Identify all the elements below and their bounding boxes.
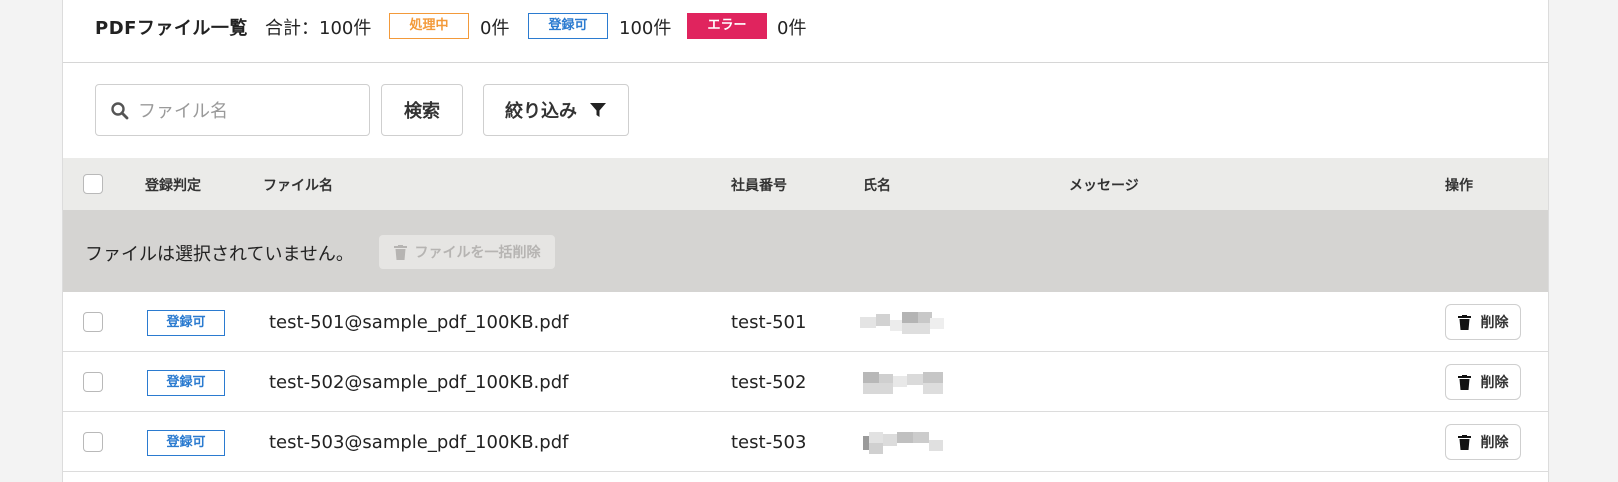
list-header: PDFファイル一覧 合計：100件 処理中 0件 登録可 100件 エラー 0件 <box>63 0 1548 63</box>
bulk-action-bar: ファイルは選択されていません。 ファイルを一括削除 <box>63 210 1548 292</box>
employee-name-redacted <box>863 432 947 454</box>
trash-icon <box>1457 434 1471 450</box>
delete-button-label: 削除 <box>1480 315 1509 331</box>
page-title: PDFファイル一覧 <box>95 18 248 39</box>
file-name[interactable]: test-503@sample_pdf_100KB.pdf <box>269 432 568 453</box>
status-chip-processing: 処理中 <box>389 13 469 39</box>
select-all-checkbox[interactable] <box>83 174 103 194</box>
search-button-label: 検索 <box>404 101 440 122</box>
employee-number: test-501 <box>731 312 807 333</box>
column-header-employee-no: 社員番号 <box>731 178 787 194</box>
search-input[interactable] <box>136 95 360 127</box>
column-header-action: 操作 <box>1445 178 1473 194</box>
status-badge: 登録可 <box>147 310 225 336</box>
employee-number: test-503 <box>731 432 807 453</box>
status-badge: 登録可 <box>147 370 225 396</box>
delete-button[interactable]: 削除 <box>1445 304 1521 340</box>
trash-icon <box>393 244 407 260</box>
table-row: 登録可 test-503@sample_pdf_100KB.pdf test-5… <box>63 412 1548 472</box>
delete-button[interactable]: 削除 <box>1445 424 1521 460</box>
employee-number: test-502 <box>731 372 807 393</box>
trash-icon <box>1457 314 1471 330</box>
pdf-file-list-panel: PDFファイル一覧 合計：100件 処理中 0件 登録可 100件 エラー 0件… <box>62 0 1549 482</box>
filter-button-label: 絞り込み <box>505 101 577 122</box>
row-checkbox[interactable] <box>83 312 103 332</box>
delete-button-label: 削除 <box>1480 435 1509 451</box>
count-processing: 0件 <box>480 18 510 39</box>
count-registrable: 100件 <box>619 18 672 39</box>
bulk-delete-label: ファイルを一括削除 <box>414 245 541 261</box>
total-count: 合計：100件 <box>265 18 372 39</box>
file-name[interactable]: test-501@sample_pdf_100KB.pdf <box>269 312 568 333</box>
row-checkbox[interactable] <box>83 372 103 392</box>
status-chip-error: エラー <box>687 13 767 39</box>
row-checkbox[interactable] <box>83 432 103 452</box>
employee-name-redacted <box>860 312 944 334</box>
table-row: 登録可 test-502@sample_pdf_100KB.pdf test-5… <box>63 352 1548 412</box>
status-chip-registrable: 登録可 <box>528 13 608 39</box>
delete-button[interactable]: 削除 <box>1445 364 1521 400</box>
status-badge: 登録可 <box>147 430 225 456</box>
count-error: 0件 <box>777 18 807 39</box>
trash-icon <box>1457 374 1471 390</box>
table-header: 登録判定 ファイル名 社員番号 氏名 メッセージ 操作 <box>63 158 1548 210</box>
column-header-status: 登録判定 <box>145 178 201 194</box>
column-header-name: 氏名 <box>863 178 891 194</box>
file-name[interactable]: test-502@sample_pdf_100KB.pdf <box>269 372 568 393</box>
table-row: 登録可 test-501@sample_pdf_100KB.pdf test-5… <box>63 292 1548 352</box>
employee-name-redacted <box>863 372 947 394</box>
filter-icon <box>590 103 606 117</box>
search-icon <box>111 102 129 120</box>
delete-button-label: 削除 <box>1480 375 1509 391</box>
bulk-delete-button[interactable]: ファイルを一括削除 <box>379 235 555 269</box>
column-header-message: メッセージ <box>1069 178 1139 194</box>
search-box[interactable] <box>95 84 370 136</box>
search-button[interactable]: 検索 <box>381 84 463 136</box>
filter-button[interactable]: 絞り込み <box>483 84 629 136</box>
column-header-file-name: ファイル名 <box>263 178 333 194</box>
selection-status-text: ファイルは選択されていません。 <box>85 244 354 265</box>
